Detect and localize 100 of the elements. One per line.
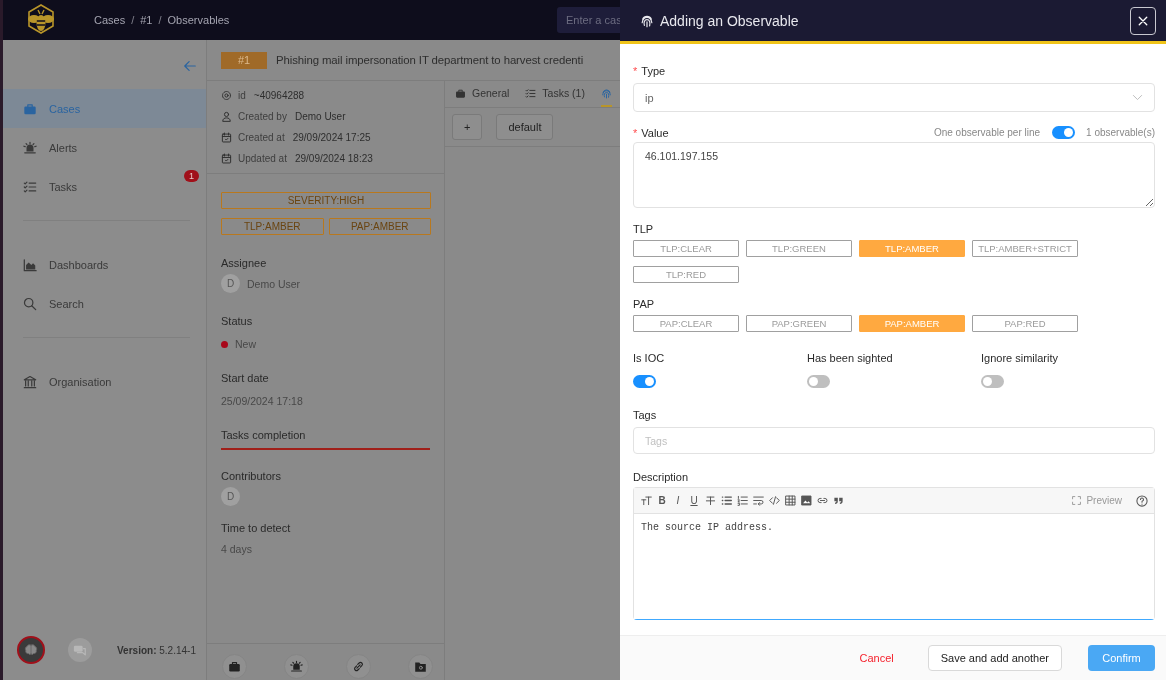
close-icon: [1137, 14, 1149, 27]
sidebar-item[interactable]: Alerts: [3, 128, 206, 167]
field-label: Description: [633, 471, 690, 483]
bold-button[interactable]: B: [656, 493, 668, 508]
section-label: PAP: [633, 298, 656, 310]
tab[interactable]: General: [455, 81, 510, 107]
level-option[interactable]: TLP:RED: [633, 266, 739, 283]
user-avatar: D: [221, 274, 240, 293]
link-button[interactable]: [346, 653, 371, 679]
filter-button[interactable]: default: [496, 114, 554, 140]
confirm-button[interactable]: Confirm: [1088, 645, 1155, 671]
toggle-switch[interactable]: [633, 375, 656, 388]
field-label: Contributors: [221, 470, 282, 482]
field-label: Type: [641, 65, 666, 77]
meta-value: 29/09/2024 18:23: [294, 153, 373, 164]
switch-label: Has been sighted: [807, 352, 894, 364]
version-text: Version: 5.2.14-1: [117, 644, 196, 656]
level-option[interactable]: PAP:AMBER: [859, 315, 965, 332]
level-option[interactable]: PAP:GREEN: [746, 315, 852, 332]
fingerprint-icon: [640, 13, 654, 28]
fingerprint-icon: [600, 87, 612, 99]
preview-button[interactable]: Preview: [1072, 495, 1122, 506]
field-label: Tags: [633, 409, 658, 421]
description-editor[interactable]: B I U Preview The source IP address.: [633, 487, 1155, 620]
link-icon: [816, 495, 828, 506]
meta-value: ~40964288: [253, 90, 305, 101]
calendar-icon: [221, 132, 232, 143]
brain-button[interactable]: [17, 636, 45, 664]
section-label: TLP: [633, 223, 655, 235]
field-label: Assignee: [221, 257, 268, 269]
breadcrumb-link[interactable]: Cases: [94, 14, 126, 26]
level-option[interactable]: PAP:RED: [972, 315, 1078, 332]
user-avatar: D: [221, 487, 240, 506]
level-option[interactable]: PAP:CLEAR: [633, 315, 739, 332]
toggle-switch[interactable]: [807, 375, 830, 388]
field-label: Value: [641, 126, 669, 139]
assignee-name: Demo User: [247, 277, 301, 290]
calendar-icon: [221, 153, 232, 164]
checklist-icon: [23, 179, 37, 194]
add-button[interactable]: +: [452, 114, 483, 140]
sidebar-item[interactable]: Organisation: [3, 362, 206, 401]
level-option[interactable]: TLP:AMBER+STRICT: [972, 240, 1078, 257]
close-button[interactable]: [1130, 6, 1156, 35]
sidebar-item[interactable]: Dashboards: [3, 245, 206, 284]
siren-icon: [23, 140, 37, 155]
sidebar-item[interactable]: Tasks 1: [3, 167, 206, 206]
tlp-tag: TLP:AMBER: [221, 218, 324, 235]
chain-link-icon: [352, 659, 365, 673]
breadcrumb-link[interactable]: Observables: [167, 14, 230, 26]
sidebar-item[interactable]: Search: [3, 284, 206, 323]
breadcrumb-link[interactable]: #1: [140, 14, 153, 26]
type-select[interactable]: ip: [633, 83, 1155, 112]
save-another-button[interactable]: Save and add another: [927, 645, 1062, 671]
bank-icon: [23, 374, 37, 389]
underline-button[interactable]: U: [688, 493, 700, 508]
meta-value: Demo User: [294, 111, 346, 122]
value-field[interactable]: 46.101.197.155: [633, 142, 1155, 208]
status-value: New: [235, 338, 256, 350]
toggle-switch[interactable]: [981, 375, 1004, 388]
area-chart-icon: [23, 257, 37, 272]
switch-label: Is IOC: [633, 352, 666, 364]
numbered-list-icon: [736, 495, 748, 506]
tags-field[interactable]: Tags: [633, 427, 1155, 454]
folder-button[interactable]: [408, 653, 433, 679]
siren-icon: [290, 659, 303, 673]
strikethrough-icon: [704, 495, 716, 506]
alerts-button[interactable]: [284, 653, 309, 679]
level-option[interactable]: TLP:GREEN: [746, 240, 852, 257]
switch-label: Ignore similarity: [981, 352, 1060, 364]
tab[interactable]: Tasks (1): [525, 81, 585, 107]
drawer-title: Adding an Observable: [660, 12, 799, 29]
observable-count: 1 observable(s): [1086, 127, 1155, 138]
meta-value: 29/09/2024 17:25: [292, 132, 371, 143]
level-option[interactable]: TLP:CLEAR: [633, 240, 739, 257]
bee-logo[interactable]: [25, 4, 57, 36]
cancel-button[interactable]: Cancel: [847, 645, 906, 671]
table-icon: [784, 495, 796, 506]
text-wrap-icon: [752, 495, 764, 506]
breadcrumb-separator: /: [158, 14, 162, 26]
chat-icon: [73, 643, 87, 657]
required-mark: *: [633, 65, 638, 77]
count-badge: 1: [184, 170, 199, 182]
checklist-icon: [525, 87, 537, 99]
user-icon: [221, 111, 232, 122]
field-label: Start date: [221, 372, 270, 384]
case-number-badge: #1: [221, 51, 267, 69]
cases-button[interactable]: [222, 653, 247, 679]
level-option[interactable]: TLP:AMBER: [859, 240, 965, 257]
meta-label: id: [238, 90, 246, 101]
pap-tag: PAP:AMBER: [328, 218, 431, 235]
field-label: Tasks completion: [221, 429, 307, 441]
folder-gear-icon: [414, 659, 427, 673]
case-title: Phishing mail impersonation IT department to harvest credenti: [276, 54, 584, 66]
chevron-down-icon: [1132, 92, 1143, 103]
bullet-list-icon: [720, 495, 732, 506]
per-line-switch[interactable]: [1052, 126, 1076, 139]
severity-tag: SEVERITY:HIGH: [221, 192, 431, 209]
help-icon: [1136, 494, 1148, 507]
meta-label: Updated at: [238, 153, 287, 164]
italic-button[interactable]: I: [672, 493, 684, 508]
